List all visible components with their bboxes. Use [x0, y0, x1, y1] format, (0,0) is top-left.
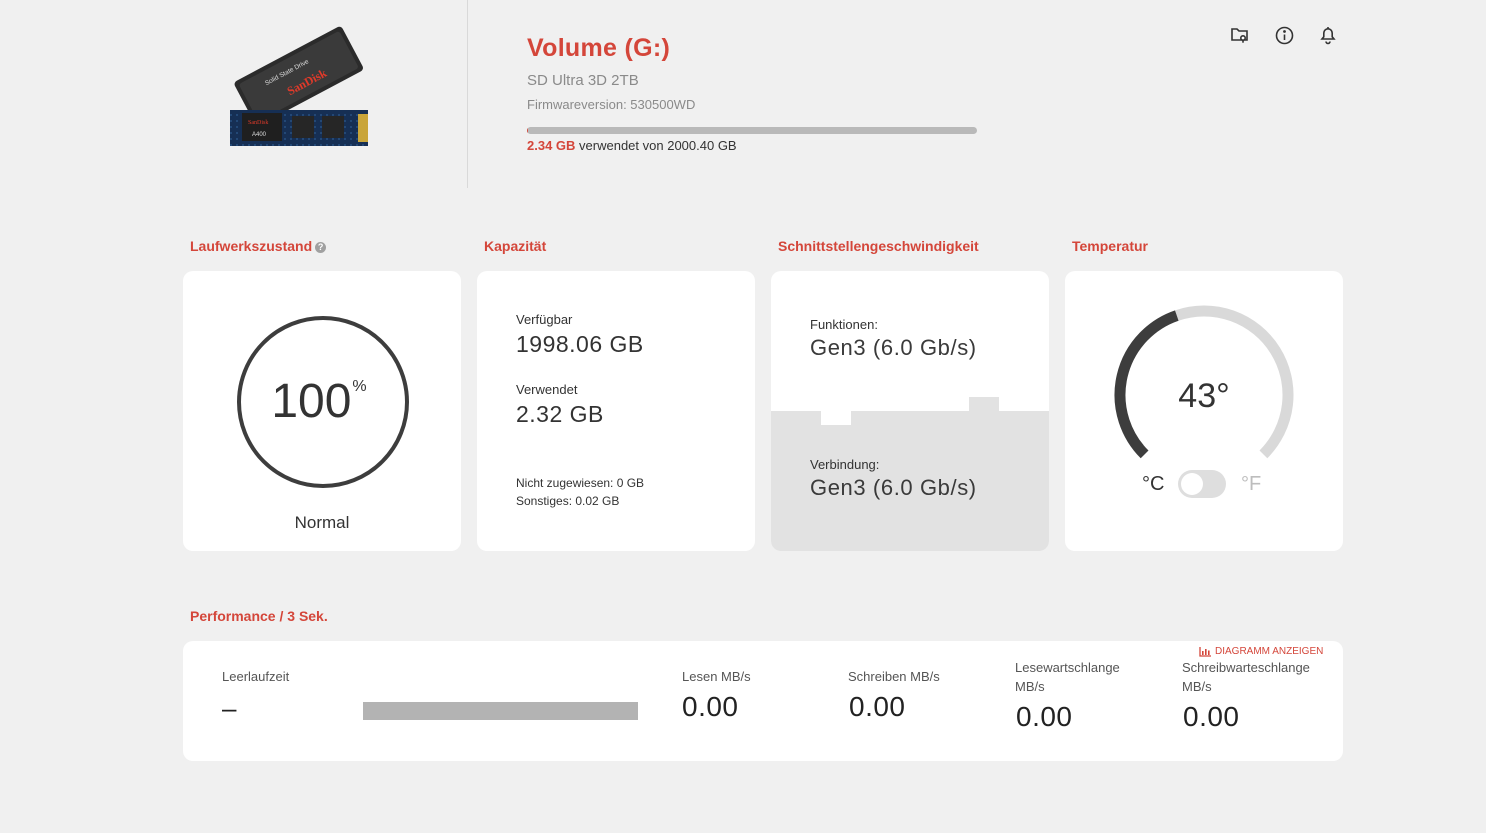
- idle-time-bar: [363, 702, 638, 720]
- usage-text: 2.34 GB verwendet von 2000.40 GB: [527, 138, 737, 153]
- performance-card: DIAGRAMM ANZEIGEN Leerlaufzeit – Lesen M…: [183, 641, 1343, 761]
- connector-notch: [821, 411, 851, 425]
- idle-time-label: Leerlaufzeit: [222, 669, 290, 684]
- available-label: Verfügbar: [516, 312, 573, 327]
- performance-section-label: Performance / 3 Sek.: [190, 608, 328, 624]
- connector-notch: [969, 397, 999, 411]
- toggle-knob: [1181, 473, 1203, 495]
- m2-brand-text: SanDisk: [248, 120, 268, 126]
- chart-icon: [1199, 646, 1211, 657]
- firmware-version: Firmwareversion: 530500WD: [527, 97, 696, 112]
- health-percent: 100: [271, 375, 352, 428]
- used-value: 2.32 GB: [516, 401, 604, 427]
- read-queue-label-line2: MB/s: [1015, 679, 1045, 694]
- read-value: 0.00: [682, 691, 739, 722]
- read-queue-value: 0.00: [1016, 701, 1073, 732]
- info-icon[interactable]: [1272, 24, 1296, 46]
- capacity-section-label: Kapazität: [484, 238, 547, 254]
- help-icon[interactable]: ?: [315, 242, 327, 253]
- show-chart-link[interactable]: DIAGRAMM ANZEIGEN: [1199, 646, 1323, 657]
- top-toolbar: [1228, 24, 1340, 46]
- read-queue-label-line1: Lesewartschlange: [1015, 660, 1120, 675]
- health-label-text: Laufwerkszustand: [190, 238, 313, 254]
- m2-model-text: A400: [252, 132, 267, 138]
- health-value: 100%: [183, 374, 455, 429]
- write-value: 0.00: [849, 691, 906, 722]
- product-image: Solid State Drive SanDisk SanDisk A400: [222, 22, 372, 157]
- write-queue-label-line1: Schreibwarteschlange: [1182, 660, 1310, 675]
- health-section-label: Laufwerkszustand?: [190, 238, 327, 254]
- available-value: 1998.06 GB: [516, 331, 644, 357]
- health-card: 100% Normal: [183, 271, 461, 551]
- health-status: Normal: [294, 513, 350, 532]
- other-text: Sonstiges: 0.02 GB: [516, 494, 620, 508]
- capability-label: Funktionen:: [810, 317, 878, 332]
- temperature-gauge: [1114, 305, 1294, 459]
- used-label: Verwendet: [516, 382, 578, 397]
- interface-section-label: Schnittstellengeschwindigkeit: [778, 238, 979, 254]
- usage-bar: [527, 127, 977, 134]
- show-chart-label: DIAGRAMM ANZEIGEN: [1215, 646, 1324, 657]
- used-amount: 2.34 GB: [527, 138, 576, 153]
- header-divider: [467, 0, 468, 188]
- capability-value: Gen3 (6.0 Gb/s): [810, 335, 977, 360]
- temperature-value: 43°: [1178, 377, 1230, 415]
- write-queue-label-line2: MB/s: [1182, 679, 1212, 694]
- write-queue-value: 0.00: [1183, 701, 1240, 732]
- used-total: verwendet von 2000.40 GB: [579, 138, 737, 153]
- health-unit: %: [352, 378, 367, 395]
- temperature-section-label: Temperatur: [1072, 238, 1148, 254]
- read-queue-label: Lesewartschlange MB/s: [1015, 658, 1120, 696]
- model-name: SD Ultra 3D 2TB: [527, 72, 639, 89]
- write-label: Schreiben MB/s: [848, 669, 940, 684]
- unallocated-text: Nicht zugewiesen: 0 GB: [516, 476, 645, 490]
- volume-title: Volume (G:): [527, 34, 671, 62]
- temperature-card: 43° °C °F: [1065, 271, 1343, 551]
- connection-value: Gen3 (6.0 Gb/s): [810, 475, 977, 500]
- bell-icon[interactable]: [1316, 24, 1340, 46]
- connection-label: Verbindung:: [810, 457, 880, 472]
- fahrenheit-label[interactable]: °F: [1241, 473, 1261, 496]
- idle-time-value: –: [222, 693, 237, 723]
- folder-location-icon[interactable]: [1228, 24, 1252, 46]
- capacity-card: Verfügbar 1998.06 GB Verwendet 2.32 GB N…: [477, 271, 755, 551]
- celsius-label[interactable]: °C: [1142, 473, 1164, 496]
- usage-bar-fill: [527, 127, 528, 134]
- temperature-unit-toggle[interactable]: [1178, 470, 1226, 498]
- read-label: Lesen MB/s: [682, 669, 751, 684]
- interface-card: Funktionen: Gen3 (6.0 Gb/s) Verbindung: …: [771, 271, 1049, 551]
- write-queue-label: Schreibwarteschlange MB/s: [1182, 658, 1310, 696]
